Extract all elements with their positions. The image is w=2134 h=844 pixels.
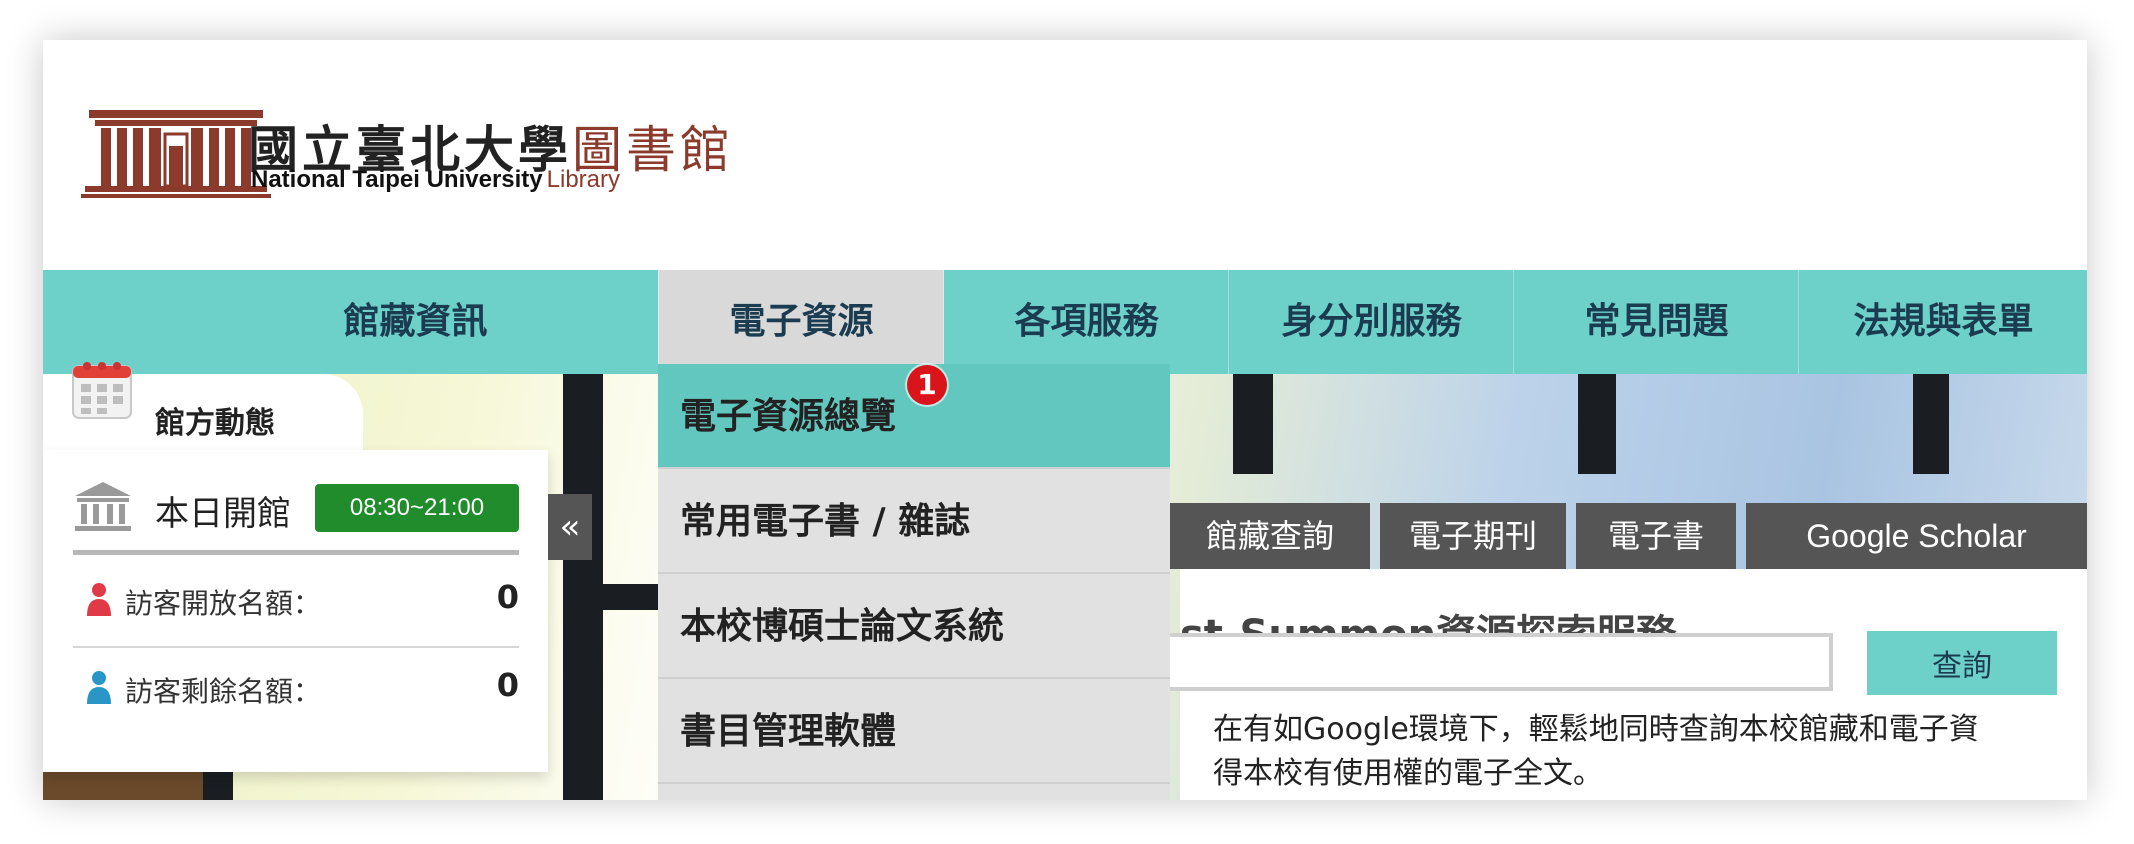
opening-hours-badge: 08:30~21:00 — [315, 484, 519, 532]
library-building-icon — [75, 482, 131, 531]
hero-window-frame — [1913, 374, 1949, 474]
summon-description: 在有如Google環境下，輕鬆地同時查詢本校館藏和電子資 得本校有使用權的電子全… — [1213, 708, 2073, 796]
calendar-icon — [72, 362, 132, 419]
nav-item-faq[interactable]: 常見問題 — [1513, 270, 1799, 374]
e-resources-dropdown-menu: 電子資源總覽 常用電子書 / 雜誌 本校博碩士論文系統 書目管理軟體 — [658, 364, 1170, 800]
visitor-remaining-quota-label: 訪客剩餘名額： — [125, 675, 322, 708]
nav-item-collections[interactable]: 館藏資訊 — [273, 270, 558, 374]
nav-item-e-resources[interactable]: 電子資源 — [658, 270, 944, 374]
nav-item-identity-services[interactable]: 身分別服務 — [1228, 270, 1514, 374]
nav-item-regulations-forms[interactable]: 法規與表單 — [1798, 270, 2087, 374]
summon-description-line-2: 得本校有使用權的電子全文。 — [1213, 756, 1603, 791]
visitor-open-quota-label: 訪客開放名額： — [125, 587, 322, 620]
open-today-label: 本日開館 — [155, 494, 291, 534]
dropdown-item-bibliography-software[interactable]: 書目管理軟體 — [658, 679, 1170, 784]
brand-title-en-main: National Taipei University — [251, 166, 543, 193]
site-header: 國立臺北大學圖書館 National Taipei University Libr… — [43, 40, 2087, 270]
visitor-remaining-quota-row: 訪客剩餘名額： 0 — [73, 646, 519, 730]
library-status-panel: 館方動態 本日開館 08:30~21:00 訪客開放名額： 0 訪客剩餘名額： … — [43, 362, 548, 800]
notification-badge: 1 — [907, 365, 947, 405]
panel-title: 館方動態 — [155, 406, 275, 441]
nav-item-services[interactable]: 各項服務 — [943, 270, 1229, 374]
person-blue-icon — [87, 671, 111, 704]
search-tab-google-scholar[interactable]: Google Scholar — [1746, 503, 2087, 569]
brand-title-en-library: Library — [546, 166, 620, 193]
dropdown-item-common-ebooks-magazines[interactable]: 常用電子書 / 雜誌 — [658, 469, 1170, 574]
summon-search-button[interactable]: 查詢 — [1867, 631, 2057, 695]
panel-tab-header: 館方動態 — [43, 362, 363, 450]
brand-title-en[interactable]: National Taipei University Library — [251, 166, 620, 194]
hero-window-frame — [1578, 374, 1616, 474]
collapse-panel-button[interactable]: « — [548, 494, 592, 560]
search-tab-catalog[interactable]: 館藏查詢 — [1170, 503, 1370, 569]
person-red-icon — [87, 583, 111, 616]
page-card: 國立臺北大學圖書館 National Taipei University Libr… — [43, 40, 2087, 800]
search-tab-ebooks[interactable]: 電子書 — [1576, 503, 1736, 569]
hero-window-frame — [1233, 374, 1273, 474]
panel-divider — [73, 550, 519, 555]
visitor-remaining-quota-value: 0 — [496, 666, 519, 704]
visitor-open-quota-row: 訪客開放名額： 0 — [73, 558, 519, 642]
hero-window-frame — [578, 584, 658, 610]
library-building-logo-icon[interactable] — [81, 106, 271, 202]
dropdown-item-theses-system[interactable]: 本校博碩士論文系統 — [658, 574, 1170, 679]
summon-search-input[interactable] — [1143, 633, 1833, 691]
summon-description-line-1: 在有如Google環境下，輕鬆地同時查詢本校館藏和電子資 — [1213, 712, 1979, 747]
panel-body: 本日開館 08:30~21:00 訪客開放名額： 0 訪客剩餘名額： 0 — [43, 450, 548, 772]
visitor-open-quota-value: 0 — [496, 578, 519, 616]
main-nav: 館藏資訊 電子資源 各項服務 身分別服務 常見問題 法規與表單 — [43, 270, 2087, 374]
search-tab-ejournals[interactable]: 電子期刊 — [1380, 503, 1566, 569]
